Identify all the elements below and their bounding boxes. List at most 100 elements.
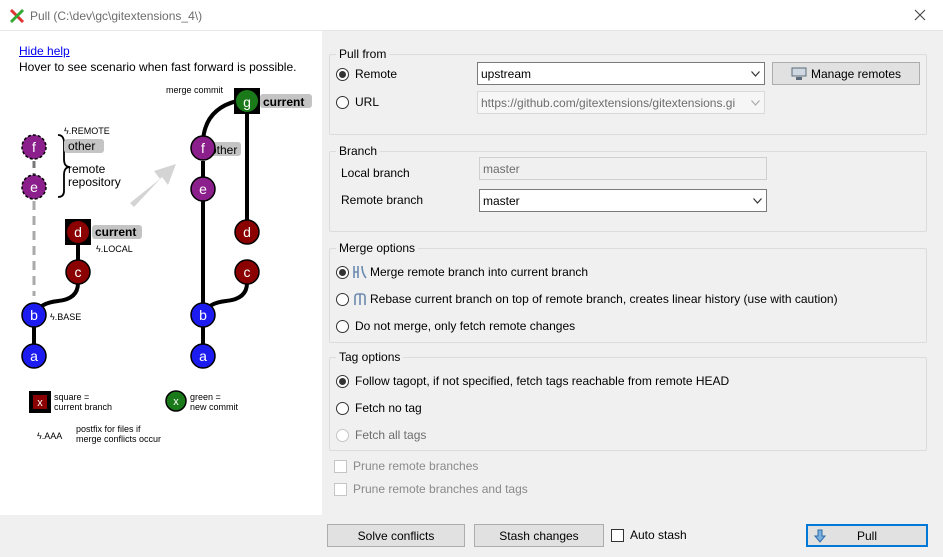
remote-branch-value: master [483, 193, 520, 208]
follow-tagopt-radio-row[interactable]: Follow tagopt, if not specified, fetch t… [336, 374, 729, 388]
remote-radio-label[interactable]: Remote [355, 67, 397, 81]
chevron-down-icon [746, 92, 764, 113]
legend-postfix-line2: merge conflicts occur [76, 434, 161, 444]
node-d-right: d [243, 224, 251, 240]
pull-from-title: Pull from [336, 47, 390, 61]
all-tags-radio[interactable] [336, 428, 349, 442]
node-e-right: e [199, 181, 207, 197]
close-icon [914, 9, 926, 21]
follow-tagopt-radio[interactable] [336, 374, 349, 388]
merge-icon [353, 265, 367, 279]
node-a-left: a [30, 348, 38, 364]
rebase-radio-row[interactable]: Rebase current branch on top of remote b… [336, 292, 838, 306]
no-tag-radio[interactable] [336, 401, 349, 415]
remote-branch-combobox[interactable]: master [479, 189, 767, 212]
local-branch-value: master [483, 161, 520, 176]
local-branch-field: master [479, 157, 767, 180]
tag-options-title: Tag options [336, 350, 404, 364]
node-c-right: c [244, 264, 251, 280]
merge-radio-row[interactable]: Merge remote branch into current branch [336, 265, 588, 279]
stash-changes-label: Stash changes [499, 528, 579, 543]
legend-green-line2: new commit [190, 402, 239, 412]
remote-tag-label: ϟ.REMOTE [64, 126, 110, 136]
merge-radio-label[interactable]: Merge remote branch into current branch [370, 265, 588, 279]
url-radio[interactable] [336, 95, 349, 109]
pull-label: Pull [856, 528, 877, 543]
merge-radio[interactable] [336, 265, 349, 279]
node-g-right: g [243, 94, 251, 110]
chevron-down-icon [746, 63, 764, 84]
fetch-only-radio-row[interactable]: Do not merge, only fetch remote changes [336, 319, 575, 333]
auto-stash-label[interactable]: Auto stash [630, 528, 687, 542]
prune-branches-label[interactable]: Prune remote branches [353, 459, 478, 473]
rebase-icon [354, 293, 366, 305]
legend-green-line1: green = [190, 392, 221, 402]
node-a-right: a [199, 348, 207, 364]
rebase-radio-label[interactable]: Rebase current branch on top of remote b… [370, 292, 838, 306]
local-branch-label: Local branch [341, 166, 410, 180]
other-label-left: other [68, 139, 95, 153]
bottom-bar: Solve conflicts Stash changes Auto stash… [0, 515, 943, 557]
prune-branches-tags-row[interactable]: Prune remote branches and tags [334, 482, 528, 496]
help-panel: Hide help Hover to see scenario when fas… [0, 31, 322, 515]
node-c-left: c [75, 264, 82, 280]
node-f-right: f [201, 140, 205, 156]
fetch-only-radio-label[interactable]: Do not merge, only fetch remote changes [355, 319, 575, 333]
chevron-down-icon [748, 190, 766, 211]
branch-title: Branch [336, 144, 381, 158]
remote-repository-line2: repository [68, 175, 121, 189]
manage-remotes-button[interactable]: Manage remotes [772, 62, 920, 85]
url-radio-row[interactable]: URL [336, 95, 379, 109]
legend-square-line1: square = [54, 392, 89, 402]
auto-stash-checkbox[interactable] [611, 528, 624, 542]
manage-remotes-label: Manage remotes [810, 66, 902, 81]
remote-repository-line1: remote [68, 162, 106, 176]
current-label-left: current [95, 225, 136, 239]
remote-radio-row[interactable]: Remote [336, 67, 397, 81]
rebase-radio[interactable] [336, 292, 349, 306]
stash-changes-button[interactable]: Stash changes [474, 524, 604, 547]
remote-branch-label: Remote branch [341, 193, 424, 207]
title-bar: Pull (C:\dev\gc\gitextensions_4\) [0, 0, 943, 31]
current-label-right: current [263, 95, 304, 109]
no-tag-label[interactable]: Fetch no tag [355, 401, 422, 415]
url-radio-label[interactable]: URL [355, 95, 379, 109]
pull-button[interactable]: Pull [806, 524, 928, 547]
local-tag-label: ϟ.LOCAL [96, 244, 133, 254]
node-b-left: b [30, 307, 38, 323]
prune-branches-tags-label[interactable]: Prune remote branches and tags [353, 482, 528, 496]
node-f-left: f [32, 139, 36, 155]
remote-combobox-value: upstream [481, 66, 532, 81]
remote-combobox[interactable]: upstream [477, 62, 765, 85]
node-e-left: e [30, 179, 38, 195]
fetch-only-radio[interactable] [336, 319, 349, 333]
legend-square-icon: x [37, 397, 43, 409]
merge-diagram: f e d c b a ϟ.REMOTE other remote reposi… [21, 85, 312, 444]
solve-conflicts-button[interactable]: Solve conflicts [327, 524, 465, 547]
remote-radio[interactable] [336, 67, 349, 81]
no-tag-radio-row[interactable]: Fetch no tag [336, 401, 422, 415]
legend-square-line2: current branch [54, 402, 112, 412]
node-d-left: d [74, 224, 82, 240]
window-title: Pull (C:\dev\gc\gitextensions_4\) [30, 9, 203, 23]
merge-options-title: Merge options [336, 241, 419, 255]
url-combobox-value: https://github.com/gitextensions/gitexte… [481, 95, 736, 110]
url-combobox[interactable]: https://github.com/gitextensions/gitexte… [477, 91, 765, 114]
follow-tagopt-label[interactable]: Follow tagopt, if not specified, fetch t… [355, 374, 729, 388]
auto-stash-row[interactable]: Auto stash [611, 528, 687, 542]
merge-commit-label: merge commit [166, 85, 224, 95]
solve-conflicts-label: Solve conflicts [357, 528, 435, 543]
close-button[interactable] [897, 0, 943, 30]
pull-arrow-icon [813, 529, 827, 543]
prune-branches-checkbox[interactable] [334, 459, 347, 473]
all-tags-label[interactable]: Fetch all tags [355, 428, 426, 442]
prune-branches-tags-checkbox[interactable] [334, 482, 347, 496]
remotes-icon [791, 67, 807, 80]
legend-green-icon: x [173, 396, 179, 408]
git-extensions-logo-icon [9, 8, 25, 24]
node-b-right: b [199, 307, 207, 323]
all-tags-radio-row[interactable]: Fetch all tags [336, 428, 426, 442]
prune-branches-row[interactable]: Prune remote branches [334, 459, 478, 473]
base-tag-label: ϟ.BASE [50, 312, 81, 322]
legend-aaa-label: ϟ.AAA [37, 431, 62, 441]
